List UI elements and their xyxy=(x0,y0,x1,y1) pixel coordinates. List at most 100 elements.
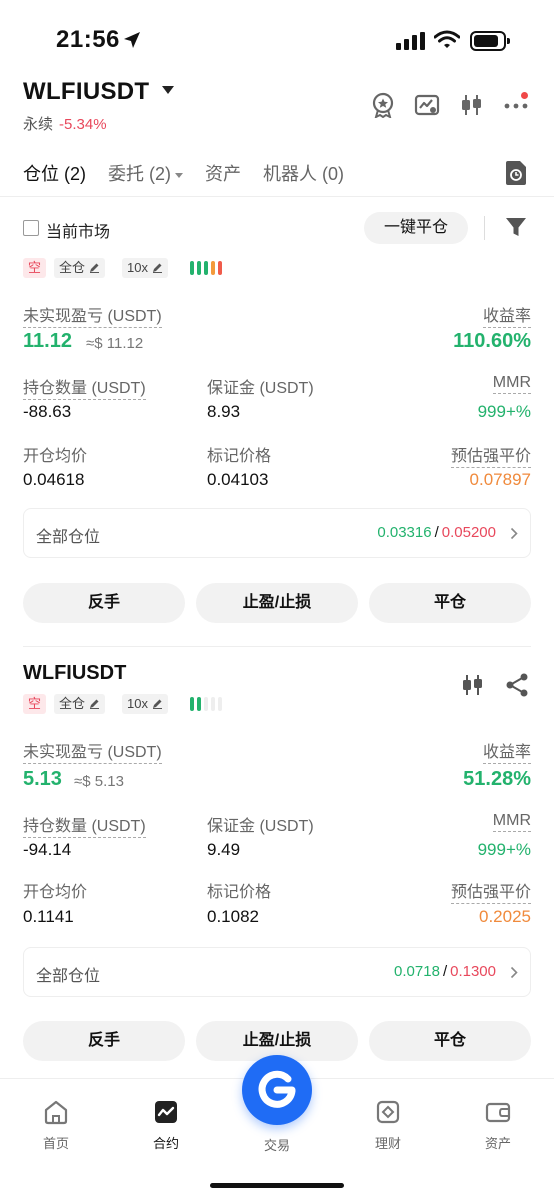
filter-icon[interactable] xyxy=(505,216,527,238)
roe-label[interactable]: 收益率 xyxy=(482,738,531,764)
liq-price-value: 0.2025 xyxy=(479,907,531,926)
nav-trade-label[interactable]: 交易 xyxy=(242,1135,312,1154)
liq-price-value: 0.07897 xyxy=(469,470,531,489)
margin-mode-tag[interactable]: 全仓 xyxy=(54,694,106,714)
liq-price-label[interactable]: 预估强平价 xyxy=(450,442,531,468)
side-tag: 空 xyxy=(23,694,47,714)
notification-dot xyxy=(521,92,528,99)
cellular-signal-icon xyxy=(396,32,425,50)
tab-positions[interactable]: 仓位 (2) xyxy=(23,160,86,186)
tab-orders-label: 委托 (2) xyxy=(108,164,171,184)
stop-loss-value: 0.1300 xyxy=(450,963,496,980)
chevron-right-icon xyxy=(510,527,518,540)
size-value: -94.14 xyxy=(23,840,72,859)
upnl-label[interactable]: 未实现盈亏 (USDT) xyxy=(23,302,162,328)
order-history-icon[interactable] xyxy=(505,160,527,186)
close-position-button[interactable]: 平仓 xyxy=(369,583,531,623)
upnl-value: 5.13 xyxy=(23,768,62,790)
all-positions-row[interactable]: 全部仓位 0.03316/0.05200 xyxy=(23,508,531,558)
current-market-label[interactable]: 当前市场 xyxy=(46,218,110,242)
margin-mode-label: 全仓 xyxy=(59,260,86,275)
nav-earn[interactable]: 理财 xyxy=(348,1099,428,1152)
entry-price-value: 0.04618 xyxy=(23,470,85,489)
nav-assets[interactable]: 资产 xyxy=(458,1099,538,1152)
upnl-usd-value: ≈$ 11.12 xyxy=(86,335,144,352)
liq-price-label[interactable]: 预估强平价 xyxy=(450,878,531,904)
upnl-value: 11.12 xyxy=(23,330,72,352)
contract-type: 永续 xyxy=(23,116,54,133)
size-label[interactable]: 持仓数量 (USDT) xyxy=(23,374,146,400)
nav-earn-label: 理财 xyxy=(374,1136,401,1151)
close-position-button[interactable]: 平仓 xyxy=(369,1021,531,1061)
risk-bar xyxy=(218,261,222,275)
price-change: -5.34% xyxy=(59,116,107,133)
margin-value: 9.49 xyxy=(207,840,241,859)
wifi-icon xyxy=(434,30,460,48)
risk-bar xyxy=(211,697,215,711)
tab-bots[interactable]: 机器人 (0) xyxy=(263,160,344,186)
filter-row: 当前市场 一键平仓 xyxy=(0,200,554,252)
location-arrow-icon xyxy=(124,32,140,48)
candlestick-icon[interactable] xyxy=(458,92,484,118)
position-tabs: 仓位 (2) 委托 (2) 资产 机器人 (0) xyxy=(23,158,366,188)
chart-settings-icon[interactable] xyxy=(414,92,440,118)
share-icon[interactable] xyxy=(505,672,529,698)
upnl-label[interactable]: 未实现盈亏 (USDT) xyxy=(23,738,162,764)
chevron-down-icon xyxy=(175,172,183,178)
battery-icon xyxy=(470,31,510,51)
current-market-checkbox[interactable] xyxy=(23,220,39,236)
mark-price-label: 标记价格 xyxy=(207,884,272,901)
nav-futures[interactable]: 合约 xyxy=(126,1099,206,1152)
edit-icon xyxy=(152,699,162,709)
nav-home[interactable]: 首页 xyxy=(16,1099,96,1152)
mmr-label[interactable]: MMR xyxy=(492,374,531,394)
trade-fab-button[interactable] xyxy=(242,1055,312,1125)
margin-mode-label: 全仓 xyxy=(59,696,86,711)
entry-price-label: 开仓均价 xyxy=(23,884,88,901)
margin-label: 保证金 (USDT) xyxy=(207,380,314,397)
leverage-tag[interactable]: 10x xyxy=(122,258,168,278)
position-symbol[interactable]: WLFIUSDT xyxy=(23,662,126,685)
margin-mode-tag[interactable]: 全仓 xyxy=(54,258,106,278)
pair-title[interactable]: WLFIUSDT xyxy=(23,78,149,106)
stop-loss-value: 0.05200 xyxy=(441,524,496,541)
candlestick-icon[interactable] xyxy=(459,672,485,698)
bottom-nav: 首页 合约 交易 理财 资产 xyxy=(0,1055,554,1200)
risk-bar xyxy=(204,697,208,711)
pair-dropdown-icon[interactable] xyxy=(162,86,174,94)
tab-orders[interactable]: 委托 (2) xyxy=(108,160,183,186)
tpsl-values: 0.03316/0.05200 xyxy=(377,524,496,541)
risk-bar xyxy=(197,261,201,275)
close-all-button[interactable]: 一键平仓 xyxy=(364,212,468,244)
take-profit-value: 0.03316 xyxy=(377,524,432,541)
side-tag: 空 xyxy=(23,258,47,278)
home-icon xyxy=(44,1100,68,1125)
tpsl-button[interactable]: 止盈/止损 xyxy=(196,583,358,623)
tab-assets[interactable]: 资产 xyxy=(205,160,241,186)
mmr-label[interactable]: MMR xyxy=(492,812,531,832)
margin-label: 保证金 (USDT) xyxy=(207,818,314,835)
leverage-label: 10x xyxy=(127,696,148,711)
risk-bar xyxy=(211,261,215,275)
trade-icon xyxy=(258,1070,296,1108)
nav-futures-label: 合约 xyxy=(152,1136,179,1151)
mark-price-value: 0.1082 xyxy=(207,907,259,926)
leverage-tag[interactable]: 10x xyxy=(122,694,168,714)
status-time: 21:56 xyxy=(56,26,120,53)
chevron-right-icon xyxy=(510,966,518,979)
tpsl-values: 0.0718/0.1300 xyxy=(394,963,496,980)
roe-label[interactable]: 收益率 xyxy=(482,302,531,328)
leverage-label: 10x xyxy=(127,260,148,275)
all-positions-label: 全部仓位 xyxy=(36,968,101,985)
size-label[interactable]: 持仓数量 (USDT) xyxy=(23,812,146,838)
roe-value: 110.60% xyxy=(453,330,531,352)
mark-price-label: 标记价格 xyxy=(207,448,272,465)
badge-icon[interactable] xyxy=(370,92,396,118)
all-positions-row[interactable]: 全部仓位 0.0718/0.1300 xyxy=(23,947,531,997)
mmr-value: 999+% xyxy=(477,840,531,859)
reverse-button[interactable]: 反手 xyxy=(23,583,185,623)
earn-icon xyxy=(376,1100,400,1124)
roe-value: 51.28% xyxy=(463,768,531,790)
reverse-button[interactable]: 反手 xyxy=(23,1021,185,1061)
edit-icon xyxy=(90,263,100,273)
